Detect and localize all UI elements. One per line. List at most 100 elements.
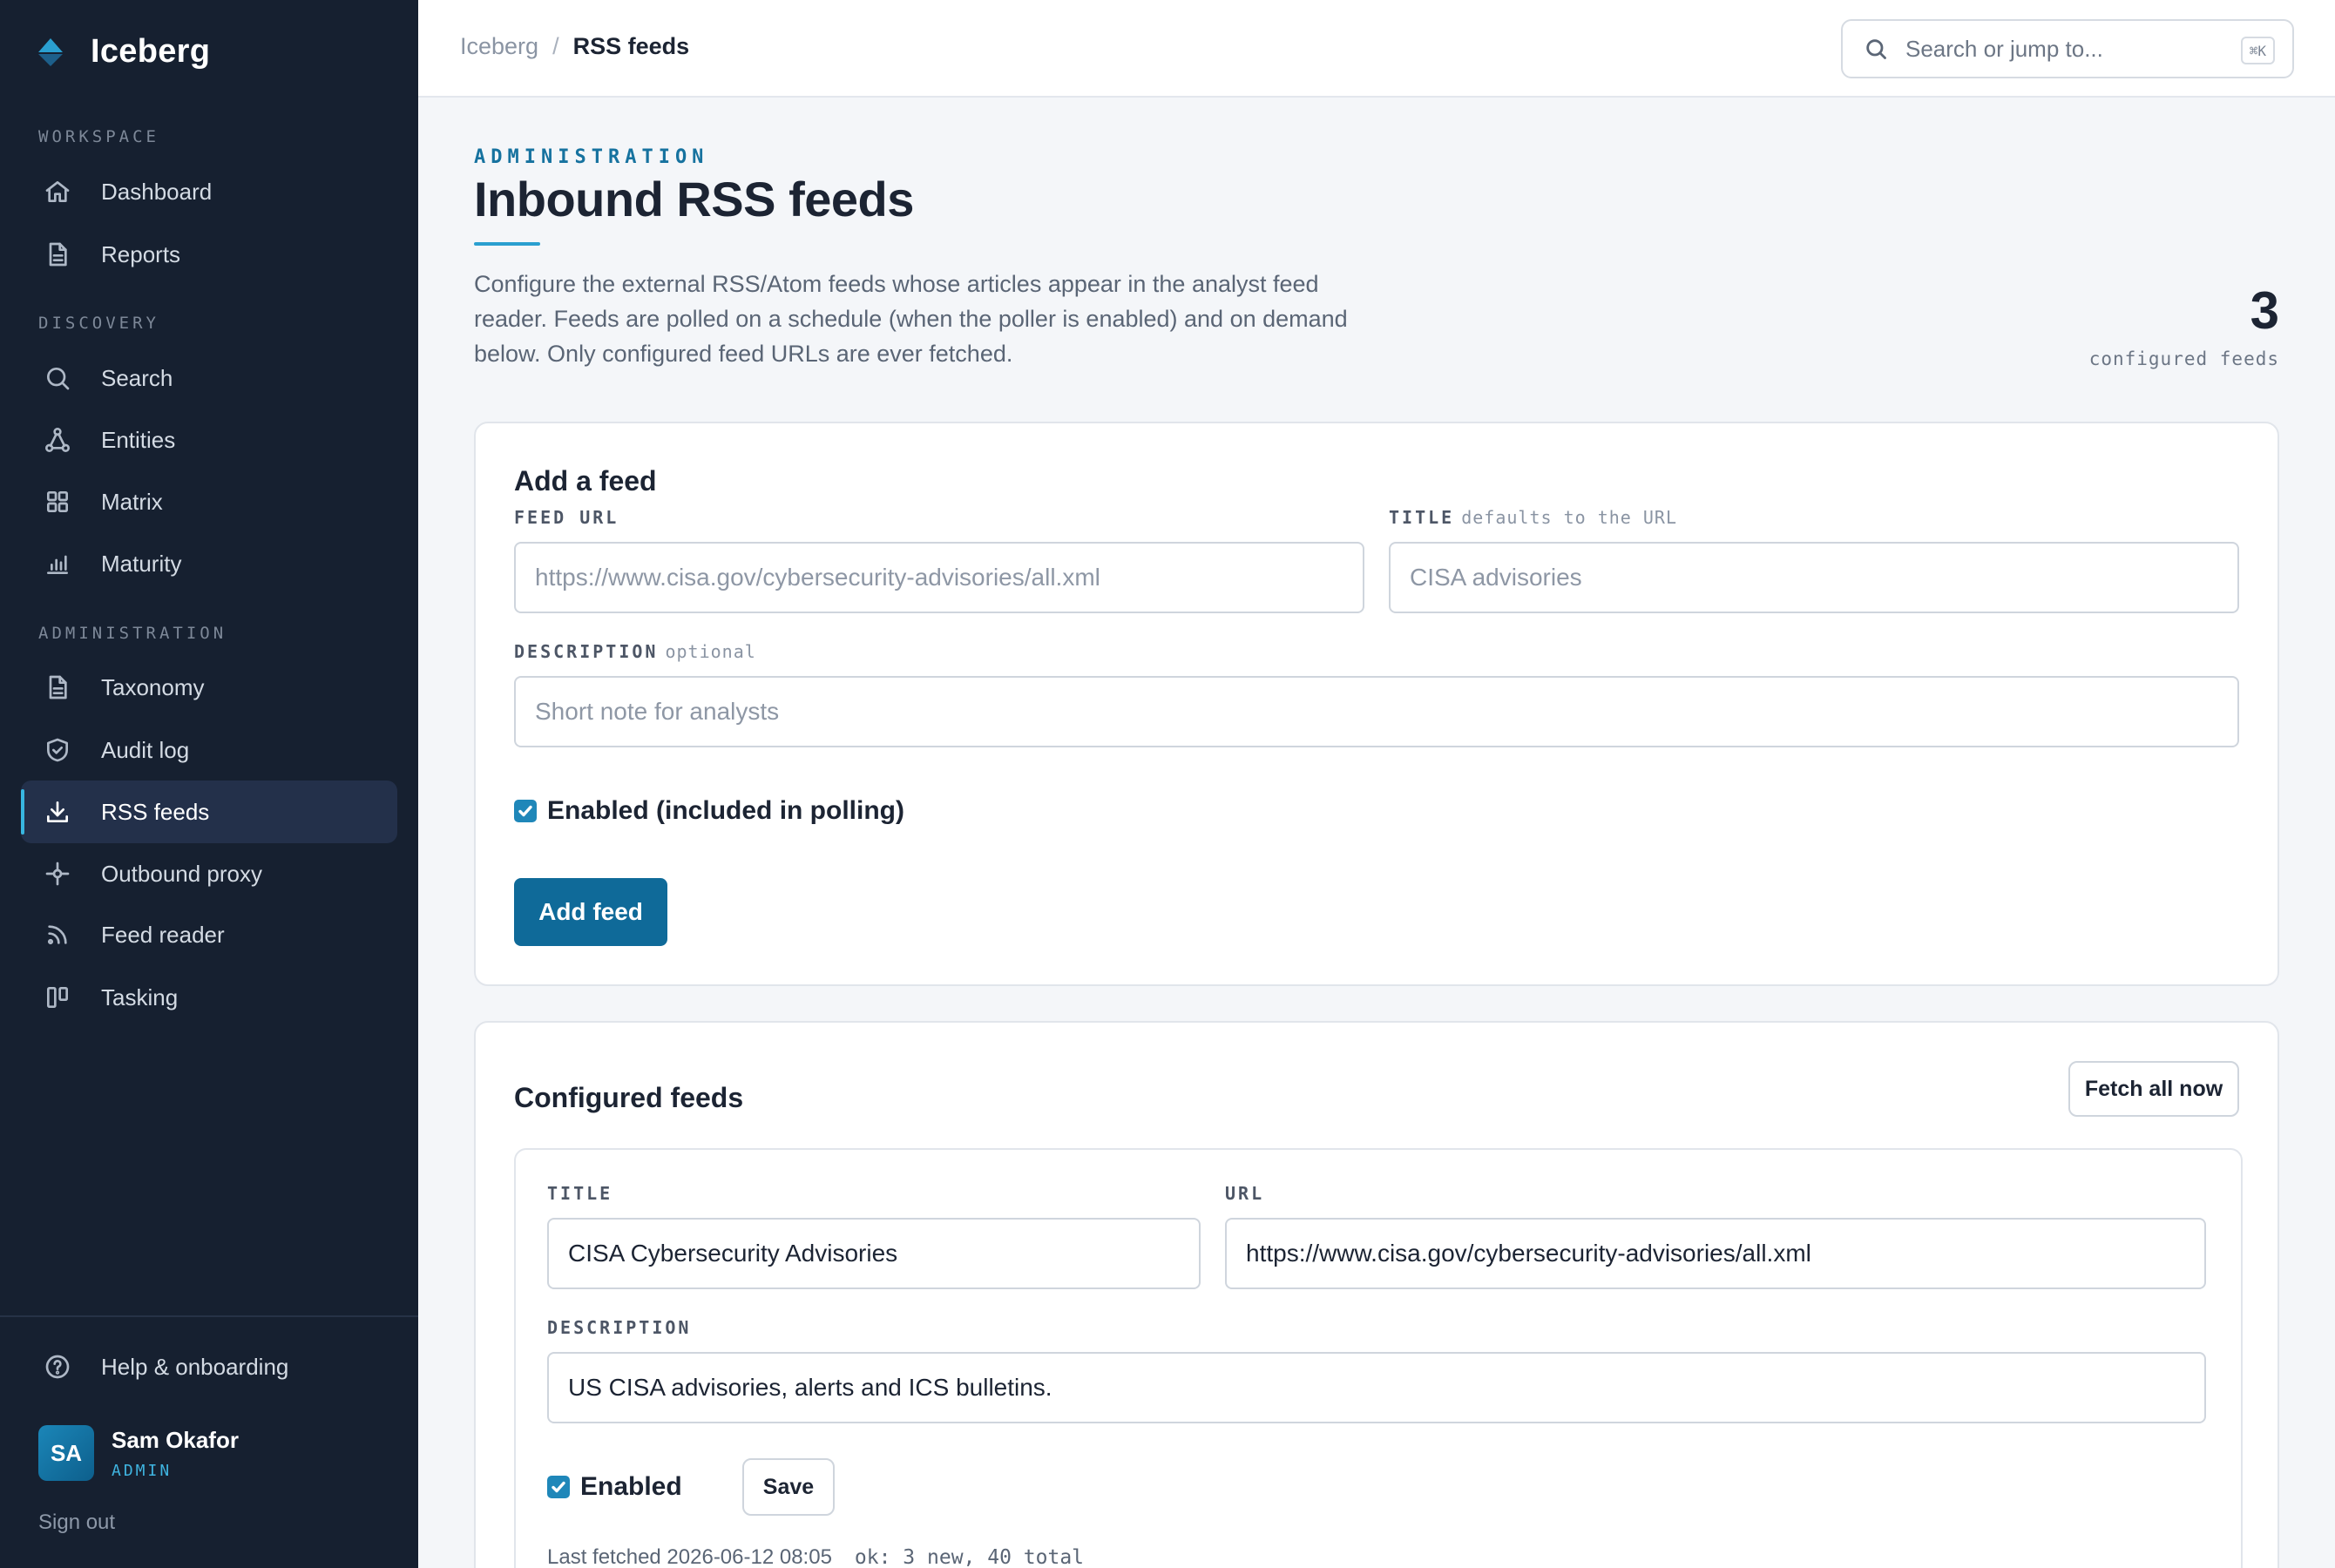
feed-description-input[interactable]: Short note for analysts xyxy=(514,676,2239,747)
topbar: Iceberg / RSS feeds Search or jump to...… xyxy=(418,0,2335,98)
sidebar-item-label: Outbound proxy xyxy=(101,860,263,887)
sidebar-item-label: Reports xyxy=(101,240,181,267)
feed-enabled-label: Enabled xyxy=(580,1472,682,1501)
feed-url-field[interactable]: https://www.cisa.gov/cybersecurity-advis… xyxy=(1225,1218,2206,1289)
sidebar-item-label: Matrix xyxy=(101,488,163,515)
sidebar-item-outbound-proxy[interactable]: Outbound proxy xyxy=(21,842,397,905)
help-icon xyxy=(42,1351,73,1382)
feed-fetch-status: Last fetched 2026-06-12 08:05 ok: 3 new, … xyxy=(547,1545,1084,1568)
sidebar-item-label: Audit log xyxy=(101,736,190,763)
breadcrumb-current: RSS feeds xyxy=(572,33,690,59)
user-role-badge: ADMIN xyxy=(112,1462,173,1480)
configured-feeds-title: Configured feeds xyxy=(514,1082,744,1113)
page-description: Configure the external RSS/Atom feeds wh… xyxy=(474,271,1348,367)
checkbox-checked-icon xyxy=(547,1476,570,1498)
brand[interactable]: Iceberg xyxy=(37,33,210,71)
search-icon xyxy=(1866,39,1886,59)
sidebar-item-reports[interactable]: Reports xyxy=(21,223,397,286)
sidebar-item-dashboard[interactable]: Dashboard xyxy=(21,160,397,223)
feed-url-input[interactable]: https://www.cisa.gov/cybersecurity-advis… xyxy=(514,542,1364,613)
feed-description-label-text: DESCRIPTION xyxy=(514,641,659,662)
sidebar: Iceberg WORKSPACE Dashboard Reports DISC… xyxy=(0,0,418,1568)
checkbox-checked-icon xyxy=(514,800,537,822)
breadcrumb-root-link[interactable]: Iceberg xyxy=(460,33,538,60)
nav-section-workspace: WORKSPACE xyxy=(38,127,159,146)
sidebar-item-label: Tasking xyxy=(101,983,179,1010)
feed-url-label: FEED URL xyxy=(514,507,619,528)
page-eyebrow: ADMINISTRATION xyxy=(474,146,709,168)
sign-out-link[interactable]: Sign out xyxy=(38,1511,115,1535)
sidebar-item-matrix[interactable]: Matrix xyxy=(21,470,397,533)
feed-description-label: DESCRIPTION optional xyxy=(514,641,756,662)
shield-icon xyxy=(42,734,73,766)
feed-description-hint: optional xyxy=(665,641,756,662)
feed-description-field[interactable]: US CISA advisories, alerts and ICS bulle… xyxy=(547,1352,2206,1423)
feed-title-label-text: TITLE xyxy=(1389,507,1455,528)
grid-icon xyxy=(42,486,73,517)
search-input[interactable]: Search or jump to... ⌘K xyxy=(1841,19,2294,78)
feed-count-value: 3 xyxy=(2250,281,2279,340)
nav-section-discovery: DISCOVERY xyxy=(38,314,159,333)
document-icon xyxy=(42,239,73,270)
sidebar-divider xyxy=(0,1315,418,1317)
feed-enabled-checkbox[interactable]: Enabled xyxy=(547,1472,682,1502)
home-icon xyxy=(42,176,73,207)
sidebar-item-label: Feed reader xyxy=(101,921,225,948)
crosshair-icon xyxy=(42,858,73,889)
iceberg-logo-icon xyxy=(38,37,63,66)
breadcrumb-separator: / xyxy=(552,33,559,59)
feed-item: TITLE CISA Cybersecurity Advisories URL … xyxy=(514,1148,2243,1568)
nav-section-administration: ADMINISTRATION xyxy=(38,624,227,643)
sidebar-item-label: Taxonomy xyxy=(101,673,205,700)
fetch-result-text: ok: 3 new, 40 total xyxy=(854,1546,1085,1568)
kanban-icon xyxy=(42,982,73,1013)
enabled-checkbox[interactable]: Enabled (included in polling) xyxy=(514,796,904,826)
page-title: Inbound RSS feeds xyxy=(474,172,914,226)
sidebar-item-label: Search xyxy=(101,364,173,391)
sidebar-item-label: Entities xyxy=(101,426,176,453)
sidebar-item-label: Help & onboarding xyxy=(101,1353,289,1380)
feed-url-label: URL xyxy=(1225,1183,1265,1204)
document-icon xyxy=(42,672,73,703)
bar-chart-icon xyxy=(42,548,73,579)
add-feed-card: Add a feed FEED URL https://www.cisa.gov… xyxy=(474,422,2279,986)
sidebar-item-audit-log[interactable]: Audit log xyxy=(21,719,397,781)
title-underline xyxy=(474,242,540,246)
feed-title-field[interactable]: CISA Cybersecurity Advisories xyxy=(547,1218,1201,1289)
sidebar-item-label: RSS feeds xyxy=(101,798,210,825)
sidebar-item-taxonomy[interactable]: Taxonomy xyxy=(21,656,397,719)
graph-icon xyxy=(42,424,73,456)
feed-count-label: configured feeds xyxy=(2088,348,2279,369)
configured-feeds-card: Configured feeds Fetch all now TITLE CIS… xyxy=(474,1021,2279,1568)
download-icon xyxy=(42,796,73,828)
add-feed-title: Add a feed xyxy=(514,465,657,497)
add-feed-button[interactable]: Add feed xyxy=(514,878,667,946)
feed-title-hint: defaults to the URL xyxy=(1461,507,1677,528)
feed-description-label: DESCRIPTION xyxy=(547,1317,692,1338)
keyboard-shortcut-badge: ⌘K xyxy=(2240,37,2275,64)
rss-icon xyxy=(42,919,73,950)
app-name: Iceberg xyxy=(91,33,211,70)
sidebar-item-feed-reader[interactable]: Feed reader xyxy=(21,903,397,966)
fetch-all-button[interactable]: Fetch all now xyxy=(2068,1061,2239,1117)
save-feed-button[interactable]: Save xyxy=(742,1458,835,1516)
feed-title-label: TITLE xyxy=(547,1183,613,1204)
sidebar-item-search[interactable]: Search xyxy=(21,347,397,409)
sidebar-item-entities[interactable]: Entities xyxy=(21,409,397,471)
feed-title-input[interactable]: CISA advisories xyxy=(1389,542,2239,613)
feed-url-label-text: FEED URL xyxy=(514,507,619,528)
sidebar-item-rss-feeds[interactable]: RSS feeds xyxy=(21,781,397,843)
search-placeholder: Search or jump to... xyxy=(1905,35,2103,62)
feed-title-label: TITLE defaults to the URL xyxy=(1389,507,1677,528)
breadcrumb: Iceberg / RSS feeds xyxy=(460,33,689,60)
enabled-checkbox-label: Enabled (included in polling) xyxy=(547,796,904,825)
avatar[interactable]: SA xyxy=(38,1425,94,1481)
sidebar-item-maturity[interactable]: Maturity xyxy=(21,532,397,595)
last-fetched-text: Last fetched 2026-06-12 08:05 xyxy=(547,1545,832,1568)
user-name: Sam Okafor xyxy=(112,1427,239,1453)
sidebar-item-help[interactable]: Help & onboarding xyxy=(21,1335,397,1398)
sidebar-item-label: Maturity xyxy=(101,550,182,577)
search-icon xyxy=(42,362,73,394)
sidebar-item-tasking[interactable]: Tasking xyxy=(21,966,397,1029)
sidebar-item-label: Dashboard xyxy=(101,178,213,205)
